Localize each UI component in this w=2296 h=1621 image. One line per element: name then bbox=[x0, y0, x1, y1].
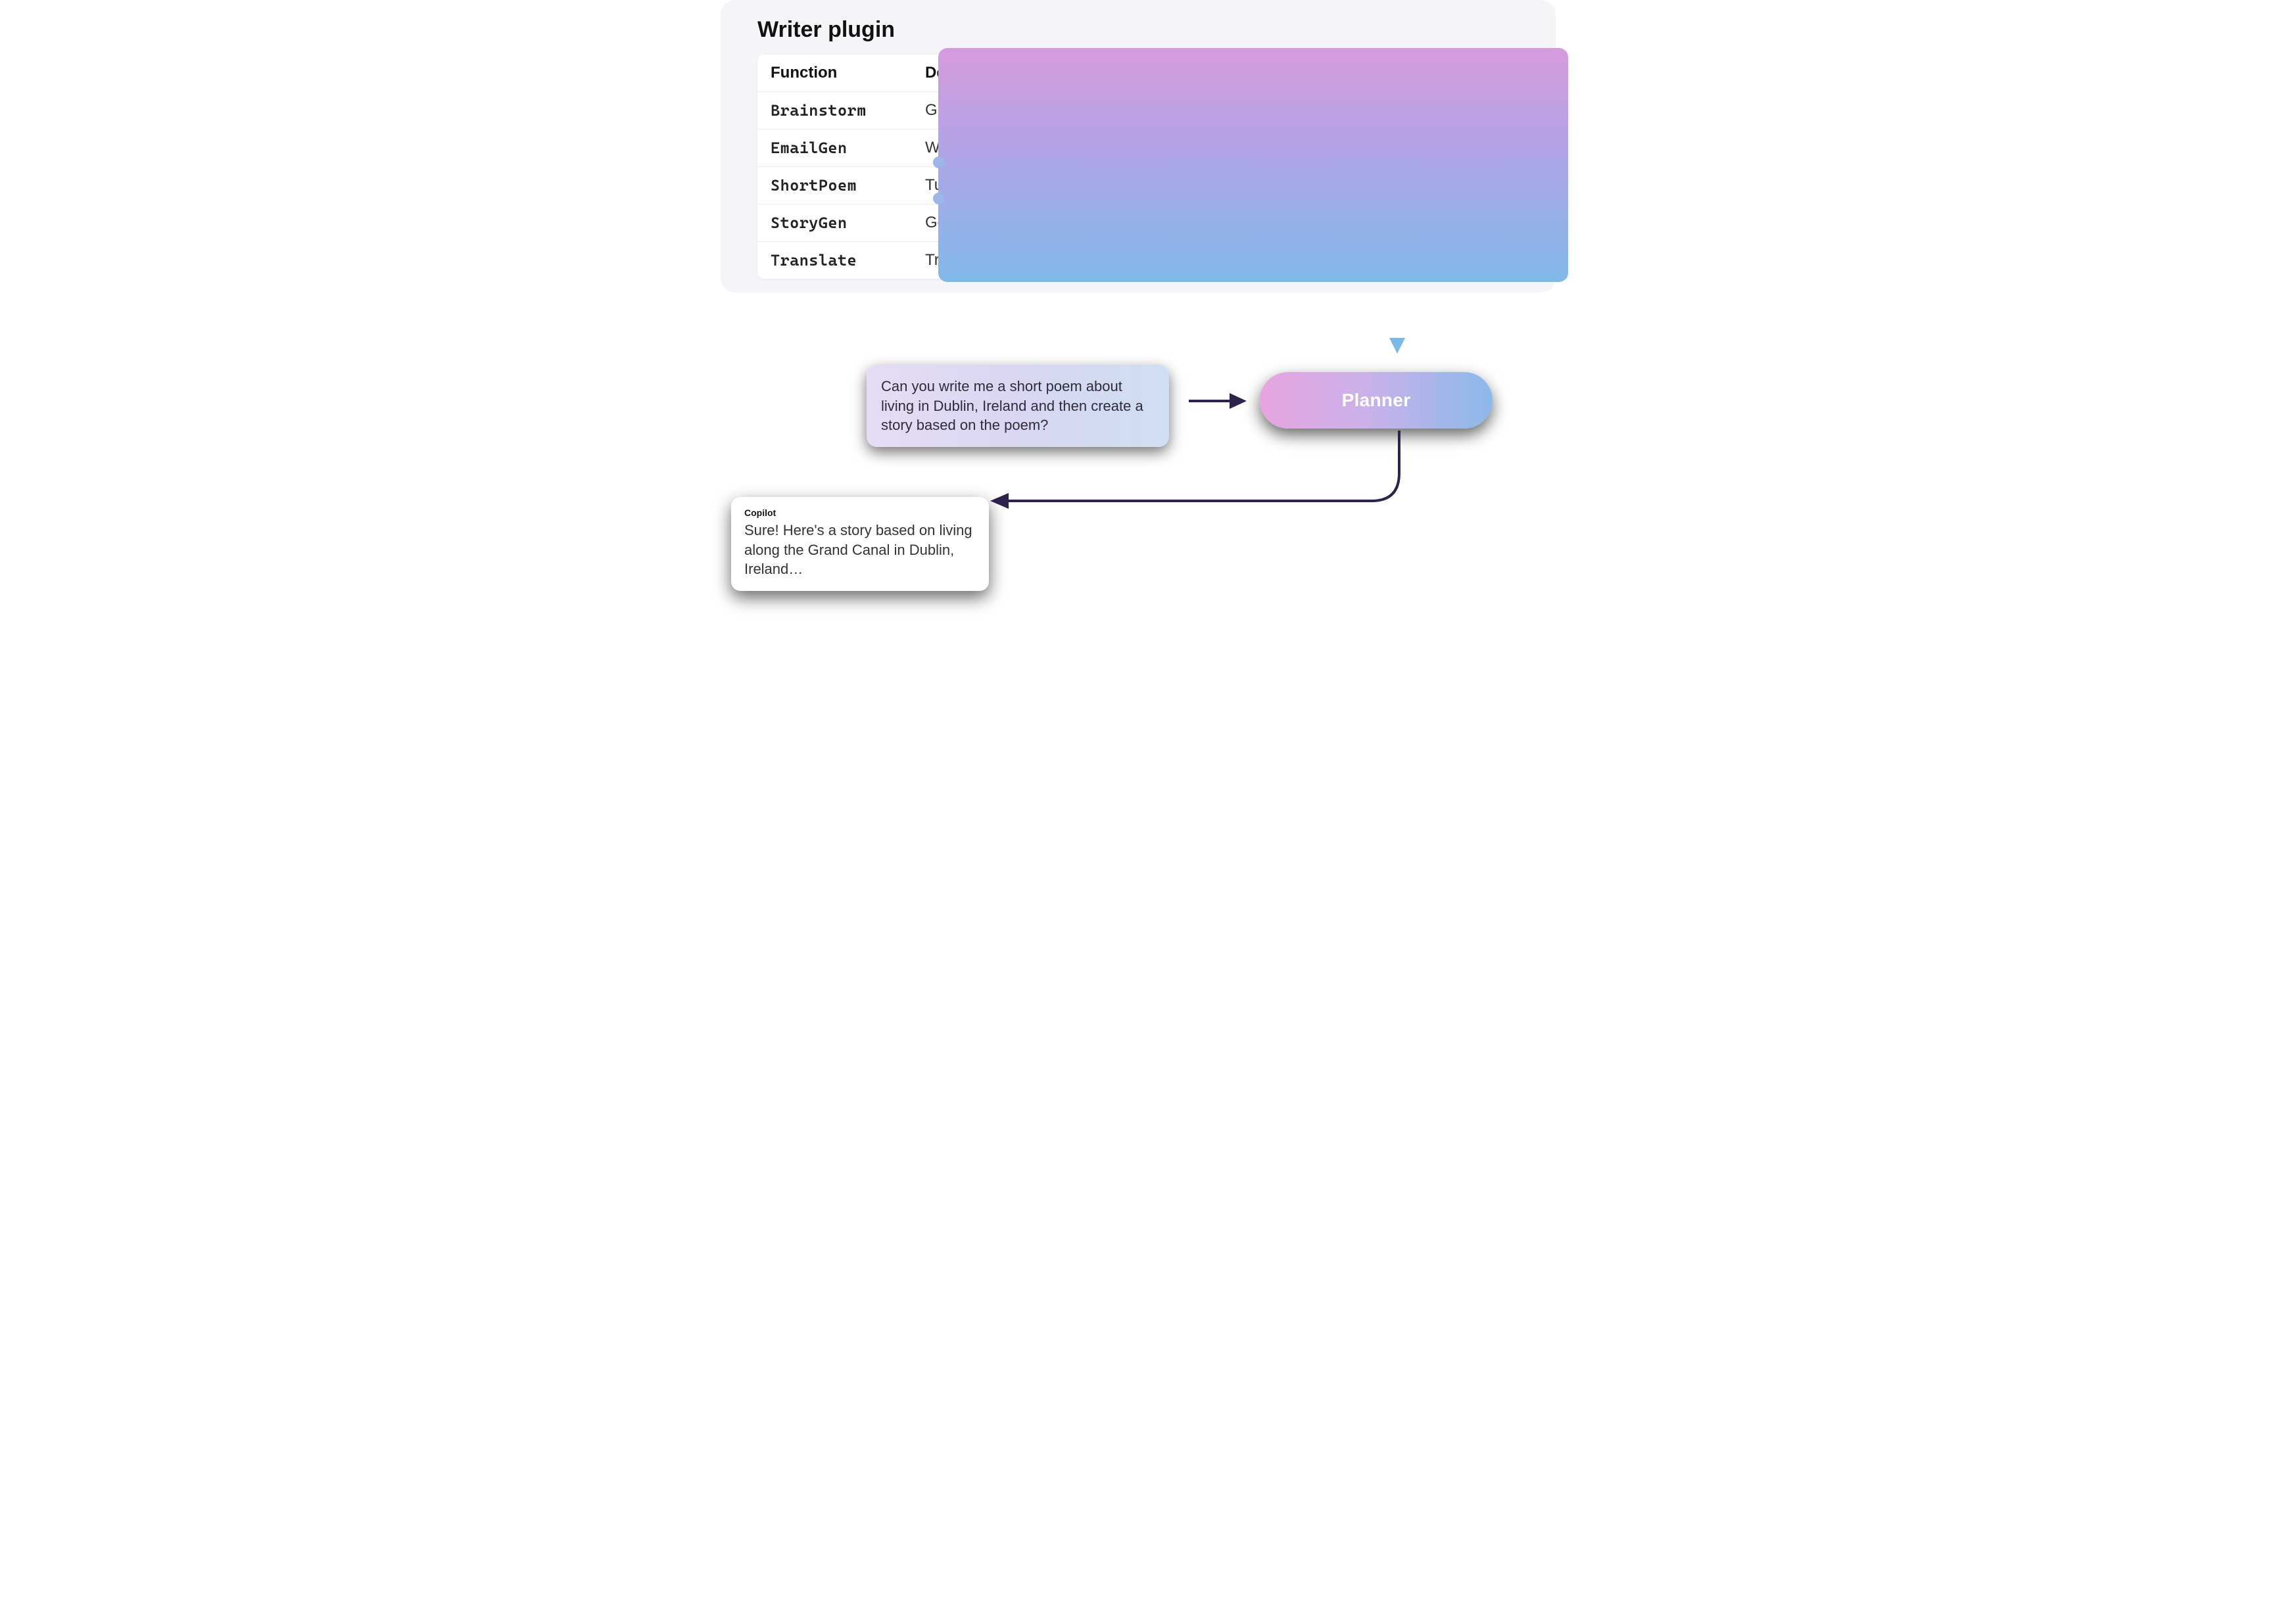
col-header-description: Description for model bbox=[912, 55, 1533, 92]
table-row: Brainstorm Given a goal or topic descrip… bbox=[757, 92, 1533, 129]
copilot-response-bubble: Copilot Sure! Here's a story based on li… bbox=[731, 497, 989, 591]
col-header-function: Function bbox=[757, 55, 912, 92]
table-row: StoryGen Generate a list of synopsis for… bbox=[757, 204, 1533, 242]
plugin-functions-table: Function Description for model Brainstor… bbox=[757, 55, 1533, 279]
plugin-title: Writer plugin bbox=[757, 17, 1535, 43]
fn-name: Translate bbox=[757, 242, 912, 279]
fn-name: ShortPoem bbox=[757, 167, 912, 204]
copilot-label: Copilot bbox=[744, 507, 976, 518]
fn-name: EmailGen bbox=[757, 129, 912, 167]
arrow-right-icon bbox=[1189, 388, 1248, 414]
table-row: EmailGen Write an email from the given b… bbox=[757, 129, 1533, 167]
fn-desc: Write an email from the given bullet poi… bbox=[912, 129, 1533, 167]
user-prompt-bubble: Can you write me a short poem about livi… bbox=[867, 365, 1169, 447]
planner-node: Planner bbox=[1260, 372, 1493, 429]
fn-desc: Given a goal or topic description genera… bbox=[912, 92, 1533, 129]
table-header-row: Function Description for model bbox=[757, 55, 1533, 92]
fn-name: Brainstorm bbox=[757, 92, 912, 129]
table-row: Translate Translate the input into a lan… bbox=[757, 242, 1533, 279]
fn-desc: Turn a scenario into a short and enterta… bbox=[912, 167, 1533, 204]
fn-name: StoryGen bbox=[757, 204, 912, 242]
table-row: ShortPoem Turn a scenario into a short a… bbox=[757, 167, 1533, 204]
writer-plugin-card: Writer plugin Function Description for m… bbox=[721, 0, 1556, 293]
user-prompt-text: Can you write me a short poem about livi… bbox=[881, 378, 1143, 433]
planner-label: Planner bbox=[1342, 390, 1411, 411]
copilot-response-text: Sure! Here's a story based on living alo… bbox=[744, 521, 976, 579]
fn-desc: Generate a list of synopsis for a novel … bbox=[912, 204, 1533, 242]
fn-desc: Translate the input into a language of y… bbox=[912, 242, 1533, 279]
